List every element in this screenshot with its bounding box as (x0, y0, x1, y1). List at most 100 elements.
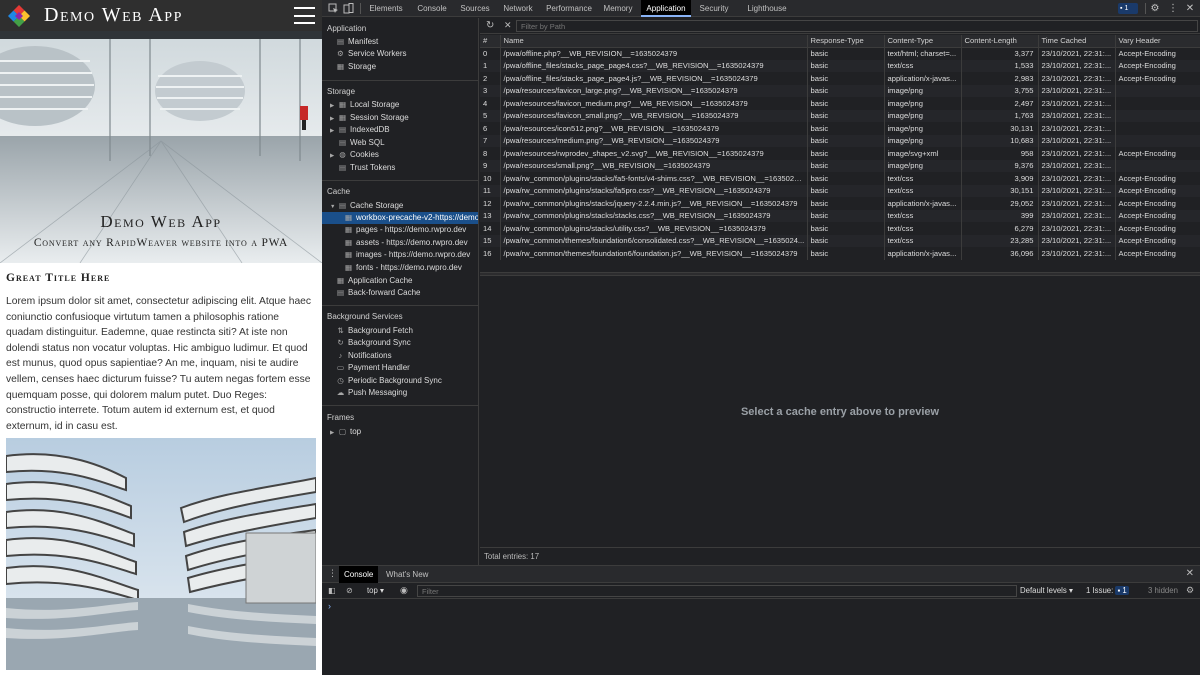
sidebar-item-pages-cache[interactable]: ▦ pages - https://demo.rwpro.dev (344, 224, 466, 236)
table-row[interactable]: 11/pwa/rw_common/plugins/stacks/fa5pro.c… (480, 184, 1200, 197)
sidebar-item-notifications[interactable]: ♪ Notifications (336, 350, 392, 362)
console-prompt[interactable]: › (328, 601, 331, 611)
inspect-element-icon[interactable] (328, 3, 339, 14)
grid-icon: ▦ (336, 276, 345, 285)
tab-console[interactable]: Console (414, 0, 450, 17)
tab-security[interactable]: Security (694, 0, 734, 17)
table-row[interactable]: 13/pwa/rw_common/plugins/stacks/stacks.c… (480, 209, 1200, 222)
sidebar-item-application-cache[interactable]: ▦ Application Cache (336, 275, 413, 287)
console-filter-input[interactable] (417, 585, 1017, 597)
close-drawer-icon[interactable]: ✕ (1186, 568, 1194, 579)
sidebar-item-payment-handler[interactable]: ▭ Payment Handler (336, 362, 410, 374)
log-levels-select[interactable]: Default levels ▾ (1020, 586, 1073, 595)
drawer-tab-whats-new[interactable]: What's New (386, 566, 428, 583)
sidebar-item-images-cache[interactable]: ▦ images - https://demo.rwpro.dev (344, 249, 470, 261)
column-header-content-type[interactable]: Content-Type (884, 35, 962, 48)
sidebar-item-session-storage[interactable]: ▶ ▦ Session Storage (330, 112, 409, 124)
cell-content-length: 9,376 (961, 159, 1039, 172)
drawer-tab-bar: ⋮ Console What's New ✕ (322, 566, 1200, 583)
sidebar-item-storage[interactable]: ▦ Storage (336, 61, 376, 73)
sidebar-item-fonts-cache[interactable]: ▦ fonts - https://demo.rwpro.dev (344, 262, 462, 274)
column-header-response-type[interactable]: Response-Type (807, 35, 885, 48)
cell-name: /pwa/offline.php?__WB_REVISION__=1635024… (500, 47, 808, 60)
table-row[interactable]: 2/pwa/offline_files/stacks_page_page4.js… (480, 72, 1200, 85)
table-row[interactable]: 0/pwa/offline.php?__WB_REVISION__=163502… (480, 47, 1200, 60)
table-row[interactable]: 12/pwa/rw_common/plugins/stacks/jquery-2… (480, 197, 1200, 210)
sidebar-item-frame-top[interactable]: ▶ ▢ top (330, 426, 361, 438)
tab-application[interactable]: Application (641, 0, 691, 17)
column-header-name[interactable]: Name (500, 35, 808, 48)
cloud-icon: ☁ (336, 388, 345, 397)
sidebar-item-indexeddb[interactable]: ▶ ▤ IndexedDB (330, 124, 390, 136)
cell-content-type: text/css (884, 209, 962, 222)
building-photo (6, 438, 316, 670)
sidebar-toggle-icon[interactable]: ◧ (328, 586, 336, 595)
sidebar-item-periodic-background-sync[interactable]: ◷ Periodic Background Sync (336, 375, 442, 387)
panel-splitter[interactable] (480, 272, 1200, 276)
sidebar-item-cookies[interactable]: ▶ ◍ Cookies (330, 149, 379, 161)
cell-index: 8 (480, 147, 501, 160)
tab-memory[interactable]: Memory (600, 0, 636, 17)
column-header-vary-header[interactable]: Vary Header (1115, 35, 1200, 48)
expand-triangle-icon[interactable]: ▶ (330, 125, 336, 137)
sidebar-item-back-forward-cache[interactable]: ▤ Back-forward Cache (336, 287, 421, 299)
sidebar-item-workbox-precache[interactable]: ▦ workbox-precache-v2-https://demo. (322, 212, 478, 224)
sidebar-item-background-fetch[interactable]: ⇅ Background Fetch (336, 325, 413, 337)
storage-section-header: Storage (327, 87, 356, 96)
app-logo-icon[interactable] (7, 4, 31, 28)
column-header-content-length[interactable]: Content-Length (961, 35, 1039, 48)
sidebar-item-local-storage[interactable]: ▶ ▦ Local Storage (330, 99, 399, 111)
sidebar-item-trust-tokens[interactable]: ▤ Trust Tokens (338, 162, 395, 174)
drawer-menu-icon[interactable]: ⋮ (328, 568, 337, 579)
refresh-icon[interactable]: ↻ (486, 20, 494, 31)
table-row[interactable]: 3/pwa/resources/favicon_large.png?__WB_R… (480, 84, 1200, 97)
sidebar-item-service-workers[interactable]: ⚙ Service Workers (336, 48, 406, 60)
table-row[interactable]: 14/pwa/rw_common/plugins/stacks/utility.… (480, 222, 1200, 235)
table-row[interactable]: 6/pwa/resources/icon512.png?__WB_REVISIO… (480, 122, 1200, 135)
sidebar-item-background-sync[interactable]: ↻ Background Sync (336, 337, 410, 349)
expand-triangle-icon[interactable]: ▶ (330, 100, 336, 112)
column-header-index[interactable]: # (480, 35, 501, 48)
site-brand[interactable]: Demo Web App (44, 4, 183, 27)
tab-network[interactable]: Network (498, 0, 538, 17)
sidebar-item-web-sql[interactable]: ▤ Web SQL (338, 137, 385, 149)
context-select[interactable]: top ▾ (367, 586, 384, 595)
expand-triangle-icon[interactable]: ▶ (330, 427, 336, 439)
clear-console-icon[interactable]: ⊘ (346, 586, 353, 595)
device-toolbar-icon[interactable] (343, 3, 354, 14)
drawer-tab-console[interactable]: Console (339, 566, 379, 583)
cell-vary-header: Accept-Encoding (1115, 247, 1200, 260)
table-row[interactable]: 8/pwa/resources/rwprodev_shapes_v2.svg?_… (480, 147, 1200, 160)
sidebar-item-push-messaging[interactable]: ☁ Push Messaging (336, 387, 407, 399)
table-row[interactable]: 16/pwa/rw_common/themes/foundation6/foun… (480, 247, 1200, 260)
tab-lighthouse[interactable]: Lighthouse (742, 0, 792, 17)
expand-triangle-icon[interactable]: ▶ (330, 150, 336, 162)
filter-by-path-input[interactable] (516, 20, 1198, 32)
close-devtools-icon[interactable]: ✕ (1184, 2, 1196, 15)
issues-counter[interactable]: 1 Issue: ▪ 1 (1086, 586, 1129, 595)
clear-icon[interactable]: ✕ (504, 20, 512, 31)
table-row[interactable]: 15/pwa/rw_common/themes/foundation6/cons… (480, 234, 1200, 247)
hamburger-menu-icon[interactable] (294, 7, 315, 24)
table-row[interactable]: 4/pwa/resources/favicon_medium.png?__WB_… (480, 97, 1200, 110)
tab-elements[interactable]: Elements (366, 0, 406, 17)
cell-content-type: text/css (884, 59, 962, 72)
console-settings-gear-icon[interactable]: ⚙ (1186, 585, 1194, 596)
table-row[interactable]: 9/pwa/resources/small.png?__WB_REVISION_… (480, 159, 1200, 172)
grid-icon: ▦ (344, 250, 353, 259)
sidebar-item-assets-cache[interactable]: ▦ assets - https://demo.rwpro.dev (344, 237, 468, 249)
live-expression-eye-icon[interactable]: ◉ (400, 585, 408, 596)
sidebar-item-cache-storage[interactable]: ▼ ▤ Cache Storage (330, 200, 403, 212)
table-row[interactable]: 7/pwa/resources/medium.png?__WB_REVISION… (480, 134, 1200, 147)
column-header-time-cached[interactable]: Time Cached (1038, 35, 1116, 48)
grid-icon: ▦ (338, 100, 347, 109)
table-row[interactable]: 10/pwa/rw_common/plugins/stacks/fa5-font… (480, 172, 1200, 185)
tab-performance[interactable]: Performance (544, 0, 594, 17)
issues-badge[interactable]: ▪ 1 (1118, 3, 1138, 14)
table-row[interactable]: 1/pwa/offline_files/stacks_page_page4.cs… (480, 59, 1200, 72)
more-options-icon[interactable]: ⋮ (1167, 2, 1179, 15)
table-row[interactable]: 5/pwa/resources/favicon_small.png?__WB_R… (480, 109, 1200, 122)
settings-gear-icon[interactable]: ⚙ (1149, 2, 1161, 15)
tab-sources[interactable]: Sources (456, 0, 494, 17)
sidebar-item-manifest[interactable]: ▤ Manifest (336, 36, 378, 48)
